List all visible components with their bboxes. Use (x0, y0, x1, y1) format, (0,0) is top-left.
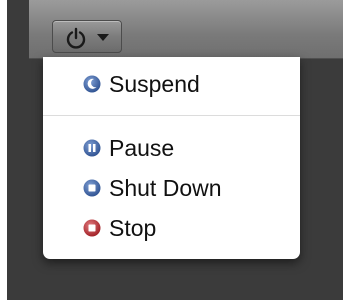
power-dropdown-menu: Suspend Pause Shut Down Stop (43, 57, 300, 259)
menu-item-stop[interactable]: Stop (43, 211, 300, 245)
moon-icon (83, 75, 101, 93)
menu-item-suspend[interactable]: Suspend (43, 67, 300, 101)
menu-item-label: Stop (109, 215, 157, 241)
chevron-down-icon (97, 34, 109, 41)
pause-icon (83, 139, 101, 157)
menu-separator (43, 115, 300, 116)
toolbar (29, 0, 343, 59)
stop-icon (83, 219, 101, 237)
power-icon (66, 27, 86, 49)
menu-item-pause[interactable]: Pause (43, 131, 300, 165)
menu-item-label: Suspend (109, 71, 200, 97)
shutdown-icon (83, 179, 101, 197)
menu-item-shut-down[interactable]: Shut Down (43, 171, 300, 205)
menu-item-label: Pause (109, 135, 175, 161)
menu-item-label: Shut Down (109, 175, 222, 201)
power-menu-button[interactable] (52, 20, 122, 53)
